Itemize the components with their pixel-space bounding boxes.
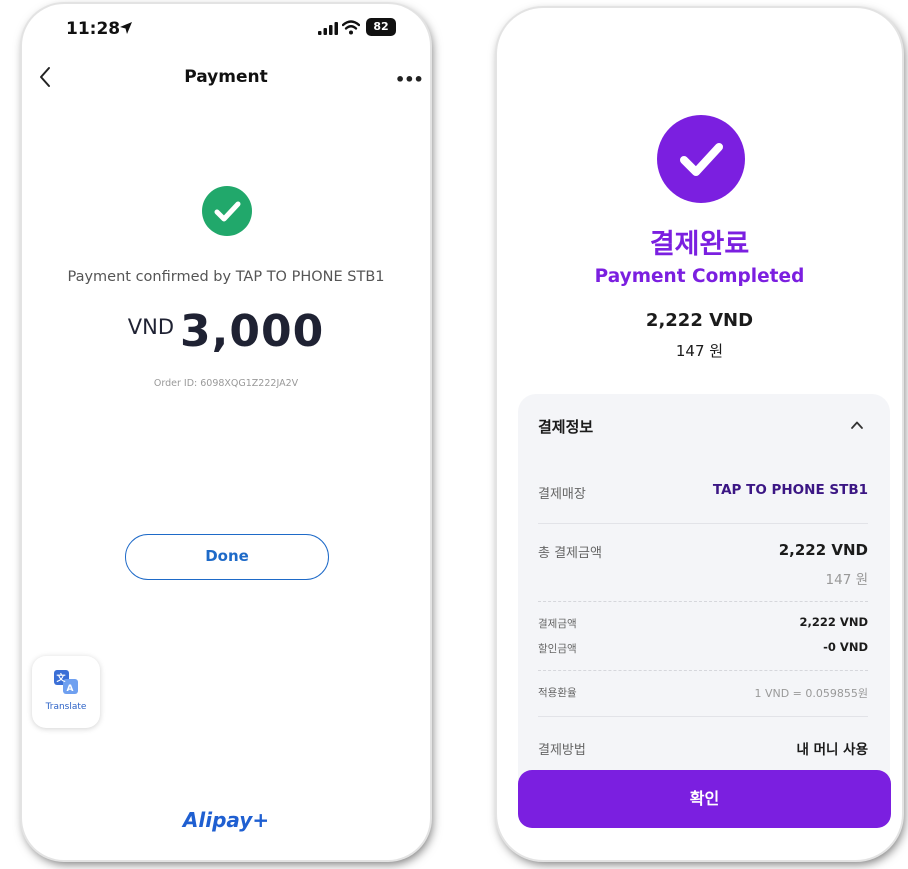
alipay-plus-logo: Alipay+ bbox=[182, 808, 270, 832]
divider bbox=[538, 670, 868, 671]
status-bar: 11:28 82 bbox=[22, 4, 430, 52]
payment-info-panel: 결제정보 결제매장 TAP TO PHONE STB1 총 결제금액 2,222… bbox=[518, 394, 890, 824]
translate-button[interactable]: 文 A Translate bbox=[32, 656, 100, 728]
divider bbox=[538, 523, 868, 524]
more-options-icon[interactable]: ••• bbox=[395, 70, 424, 89]
amount-currency: VND bbox=[127, 315, 175, 339]
completed-amount-krw: 147 원 bbox=[675, 342, 724, 360]
completed-check-icon bbox=[657, 115, 745, 203]
wifi-icon bbox=[342, 20, 360, 35]
done-button[interactable]: Done bbox=[125, 534, 329, 580]
svg-text:A: A bbox=[67, 684, 74, 694]
svg-text:文: 文 bbox=[56, 672, 67, 684]
completed-amount-vnd: 2,222 VND bbox=[645, 310, 754, 331]
pay-amount-label: 결제금액 bbox=[538, 618, 577, 630]
completed-title-ko: 결제완료 bbox=[649, 229, 750, 260]
battery-indicator: 82 bbox=[366, 18, 396, 36]
alipay-payment-screen: 11:28 82 Payment ••• Payment confirmed b… bbox=[22, 4, 430, 860]
cellular-signal-icon bbox=[318, 22, 338, 35]
divider bbox=[538, 716, 868, 717]
translate-icon: 文 A bbox=[54, 670, 78, 694]
discount-value: -0 VND bbox=[823, 640, 868, 654]
pay-amount-value: 2,222 VND bbox=[799, 615, 868, 629]
exchange-rate-value: 1 VND = 0.059855원 bbox=[754, 687, 868, 700]
page-title: Payment bbox=[184, 67, 268, 87]
chevron-up-icon[interactable] bbox=[850, 418, 864, 432]
total-value: 2,222 VND bbox=[778, 541, 868, 559]
divider bbox=[538, 601, 868, 602]
discount-label: 할인금액 bbox=[538, 643, 577, 655]
confirmation-message: Payment confirmed by TAP TO PHONE STB1 bbox=[67, 269, 385, 285]
success-check-icon bbox=[202, 186, 252, 236]
merchant-value: TAP TO PHONE STB1 bbox=[712, 482, 868, 498]
payment-amount: VND 3,000 bbox=[22, 306, 430, 357]
order-id: Order ID: 6098XQG1Z222JA2V bbox=[153, 378, 299, 389]
panel-header: 결제정보 bbox=[538, 418, 594, 436]
confirm-button[interactable]: 확인 bbox=[518, 770, 891, 828]
total-label: 총 결제금액 bbox=[538, 546, 602, 561]
translate-label: Translate bbox=[45, 702, 87, 712]
nav-bar: Payment ••• bbox=[22, 56, 430, 100]
exchange-rate-label: 적용환율 bbox=[538, 687, 577, 699]
amount-value: 3,000 bbox=[180, 306, 325, 357]
location-arrow-icon bbox=[120, 22, 132, 34]
merchant-label: 결제매장 bbox=[538, 487, 586, 502]
completed-title-en: Payment Completed bbox=[594, 266, 805, 287]
total-krw: 147 원 bbox=[825, 572, 868, 588]
payment-completed-screen: 결제완료 Payment Completed 2,222 VND 147 원 결… bbox=[497, 8, 902, 860]
payment-method-value: 내 머니 사용 bbox=[796, 742, 869, 758]
status-time: 11:28 bbox=[66, 19, 121, 39]
payment-method-label: 결제방법 bbox=[538, 743, 586, 758]
